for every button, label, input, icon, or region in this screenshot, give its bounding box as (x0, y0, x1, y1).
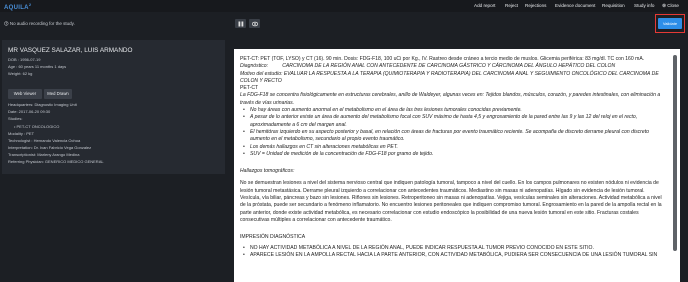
transcriptionist: Transcriptionist: Marleny Arango Medina (8, 152, 80, 157)
evidence-document-button[interactable]: Evidence document (555, 3, 595, 8)
rejections-button[interactable]: Rejections (525, 3, 546, 8)
report-finding-3: El hemitórax izquierdo en su aspecto pos… (240, 129, 665, 144)
patient-age: Age : 60 years 11 months 1 days (8, 64, 67, 69)
technologist: Technologist : Hernando Valencia Ochoa (8, 138, 81, 143)
validate-button[interactable]: Validate (658, 18, 682, 29)
studies-label: Studies: (8, 116, 23, 121)
report-fdg-note: La FDG-F18 se concentra fisiológicamente… (240, 92, 661, 106)
pause-icon (238, 21, 243, 26)
headquarters: Headquarters: Diagnostic Imaging Unit (8, 102, 77, 107)
report-ct-findings-title: Hallazgos tomográficos: (240, 168, 295, 175)
web-viewer-button[interactable]: Web Viewer (8, 89, 42, 99)
report-finding-5: SUV = Unidad de medición de la concentra… (240, 151, 665, 159)
eye-button[interactable] (249, 19, 260, 28)
report-impression-1: NO HAY ACTIVIDAD METABÓLICA A NIVEL DE L… (240, 245, 665, 253)
reject-button[interactable]: Reject (505, 3, 518, 8)
eye-icon (251, 21, 258, 26)
study-info-button[interactable]: Study info (634, 3, 654, 8)
report-scrollbar[interactable] (673, 55, 677, 251)
study-date: Date: 2017-06-20 09:30 (8, 109, 51, 114)
study-item: • PET-CT ONCOLOGICO (14, 124, 60, 129)
modality: Modality : PET (8, 131, 35, 136)
close-button[interactable]: ⊗Close (662, 3, 679, 9)
pause-button[interactable] (235, 19, 246, 28)
patient-weight: Weight: 62 kg (8, 71, 33, 76)
report-ct-findings: No se demuestran lesiones a nivel del si… (240, 180, 662, 223)
validate-highlight: Validate (655, 14, 685, 33)
report-finding-4: Los demás hallazgos en CT sin alteracion… (240, 144, 665, 152)
patient-dob: DOB : 1956-07-19 (8, 57, 41, 62)
report-diagnosis: Diagnóstico: CARCINOMA DE LA REGIÓN ANAL… (240, 63, 616, 70)
patient-panel: MR VASQUEZ SALAZAR, LUIS ARMANDO DOB : 1… (2, 40, 225, 174)
patient-name: MR VASQUEZ SALAZAR, LUIS ARMANDO (8, 47, 133, 54)
interpretation: Interpretation: Dr. Ivan Fabricio Vega G… (8, 145, 92, 150)
report-finding-1: No hay áreas con aumento anormal en el m… (240, 107, 665, 115)
med-drawn-button[interactable]: Med Drawn (44, 89, 72, 99)
audio-notice: 🛈 No audio recording for the study. (4, 21, 75, 26)
report-impression-2: APARECE LESIÓN EN LA AMPOLLA RECTAL HACI… (240, 252, 665, 260)
add-report-button[interactable]: Add report (474, 3, 495, 8)
info-icon: 🛈 (4, 21, 9, 26)
referring-physician: Referring Physician: GENERICO MEDICO GEN… (8, 159, 104, 164)
report-reason: Motivo del estudio: EVALUAR LA RESPUESTA… (240, 70, 659, 84)
app-logo: AQUILA2 (4, 2, 32, 11)
report-document[interactable]: PET-CT: PET (TOF, LYSO) y CT (16). 90 mi… (234, 49, 680, 282)
report-impression-title: IMPRESIÓN DIAGNÓSTICA (240, 234, 306, 241)
requisition-button[interactable]: Requisition (602, 3, 625, 8)
report-finding-2: A pesar de lo anterior existe un área de… (240, 114, 665, 129)
top-bar: AQUILA2 Add report Reject Rejections Evi… (0, 0, 688, 12)
close-icon: ⊗ (662, 3, 667, 9)
report-petct-heading: PET-CT (240, 85, 259, 92)
